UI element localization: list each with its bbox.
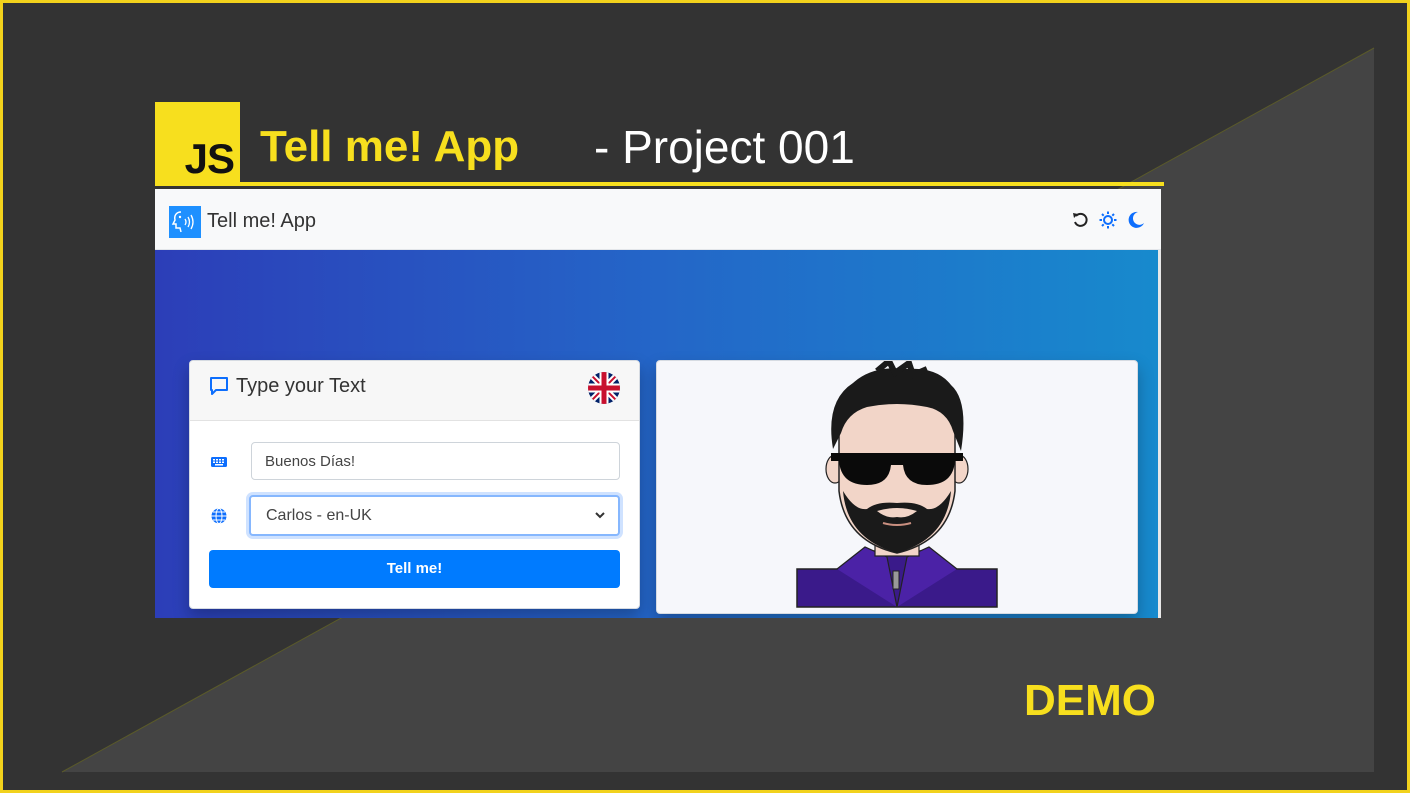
chevron-down-icon	[595, 512, 605, 519]
sun-icon[interactable]	[1099, 211, 1117, 229]
keyboard-icon	[210, 453, 228, 471]
voice-select-value: Carlos - en-UK	[266, 507, 372, 524]
hero-section: Type your Text Buenos Días! Carlos - en-…	[155, 250, 1161, 618]
js-logo: JS	[155, 102, 240, 184]
input-card-header: Type your Text	[190, 361, 639, 421]
app-window: Tell me! App Type your Text Buenos Días!…	[155, 189, 1161, 618]
scrollbar[interactable]	[1158, 250, 1161, 618]
navbar-actions	[1071, 211, 1145, 229]
reset-icon[interactable]	[1071, 211, 1089, 229]
demo-label: DEMO	[1024, 676, 1156, 725]
input-card: Type your Text Buenos Días! Carlos - en-…	[189, 360, 640, 609]
uk-flag-icon[interactable]	[588, 372, 620, 404]
globe-icon	[210, 507, 228, 525]
avatar-illustration	[777, 361, 1017, 611]
avatar-card	[656, 360, 1138, 614]
text-input[interactable]: Buenos Días!	[251, 442, 620, 480]
navbar: Tell me! App	[155, 189, 1161, 250]
banner-subtitle: - Project 001	[594, 121, 855, 173]
input-card-title: Type your Text	[236, 375, 366, 397]
tell-me-button[interactable]: Tell me!	[209, 550, 620, 588]
brand-title[interactable]: Tell me! App	[207, 210, 316, 233]
moon-icon[interactable]	[1127, 211, 1145, 229]
voice-select[interactable]: Carlos - en-UK	[249, 495, 620, 536]
banner-underline	[155, 182, 1164, 186]
chat-icon	[210, 377, 228, 395]
js-logo-text: JS	[184, 135, 235, 182]
speaking-head-icon	[169, 206, 201, 238]
banner-title: Tell me! App	[260, 122, 520, 171]
